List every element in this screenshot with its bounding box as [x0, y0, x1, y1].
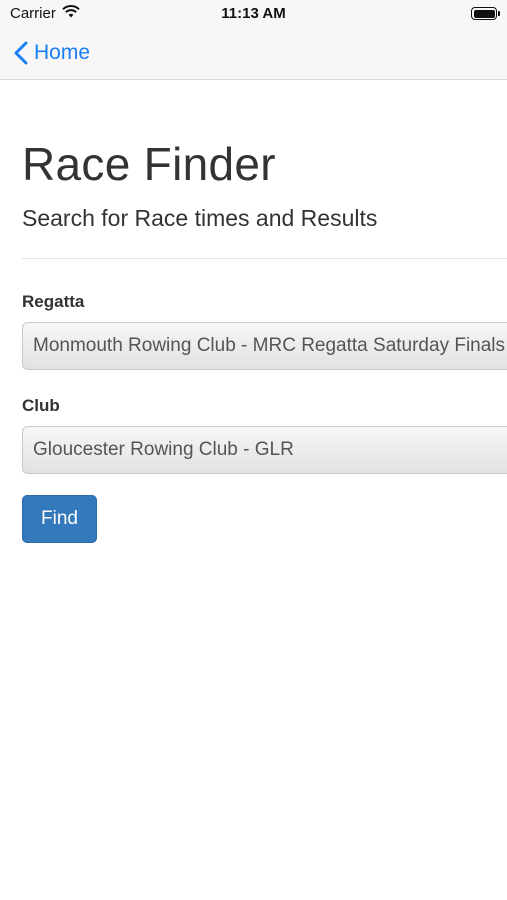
back-button-label: Home — [34, 41, 91, 64]
regatta-select[interactable]: Monmouth Rowing Club - MRC Regatta Satur… — [22, 322, 507, 370]
regatta-label: Regatta — [22, 292, 85, 311]
page-title: Race Finder — [22, 138, 276, 190]
divider — [22, 258, 507, 259]
club-select[interactable]: Gloucester Rowing Club - GLR — [22, 426, 507, 474]
status-bar: Carrier 11:13 AM — [0, 0, 507, 28]
find-button[interactable]: Find — [22, 495, 97, 543]
battery-icon — [471, 7, 500, 20]
club-label: Club — [22, 396, 60, 415]
navigation-bar: Home — [0, 28, 507, 80]
main-content: Race Finder Search for Race times and Re… — [22, 80, 507, 543]
clock: 11:13 AM — [221, 5, 286, 22]
page-subtitle: Search for Race times and Results — [22, 205, 378, 231]
chevron-left-icon — [14, 41, 28, 65]
back-button[interactable]: Home — [14, 38, 90, 68]
